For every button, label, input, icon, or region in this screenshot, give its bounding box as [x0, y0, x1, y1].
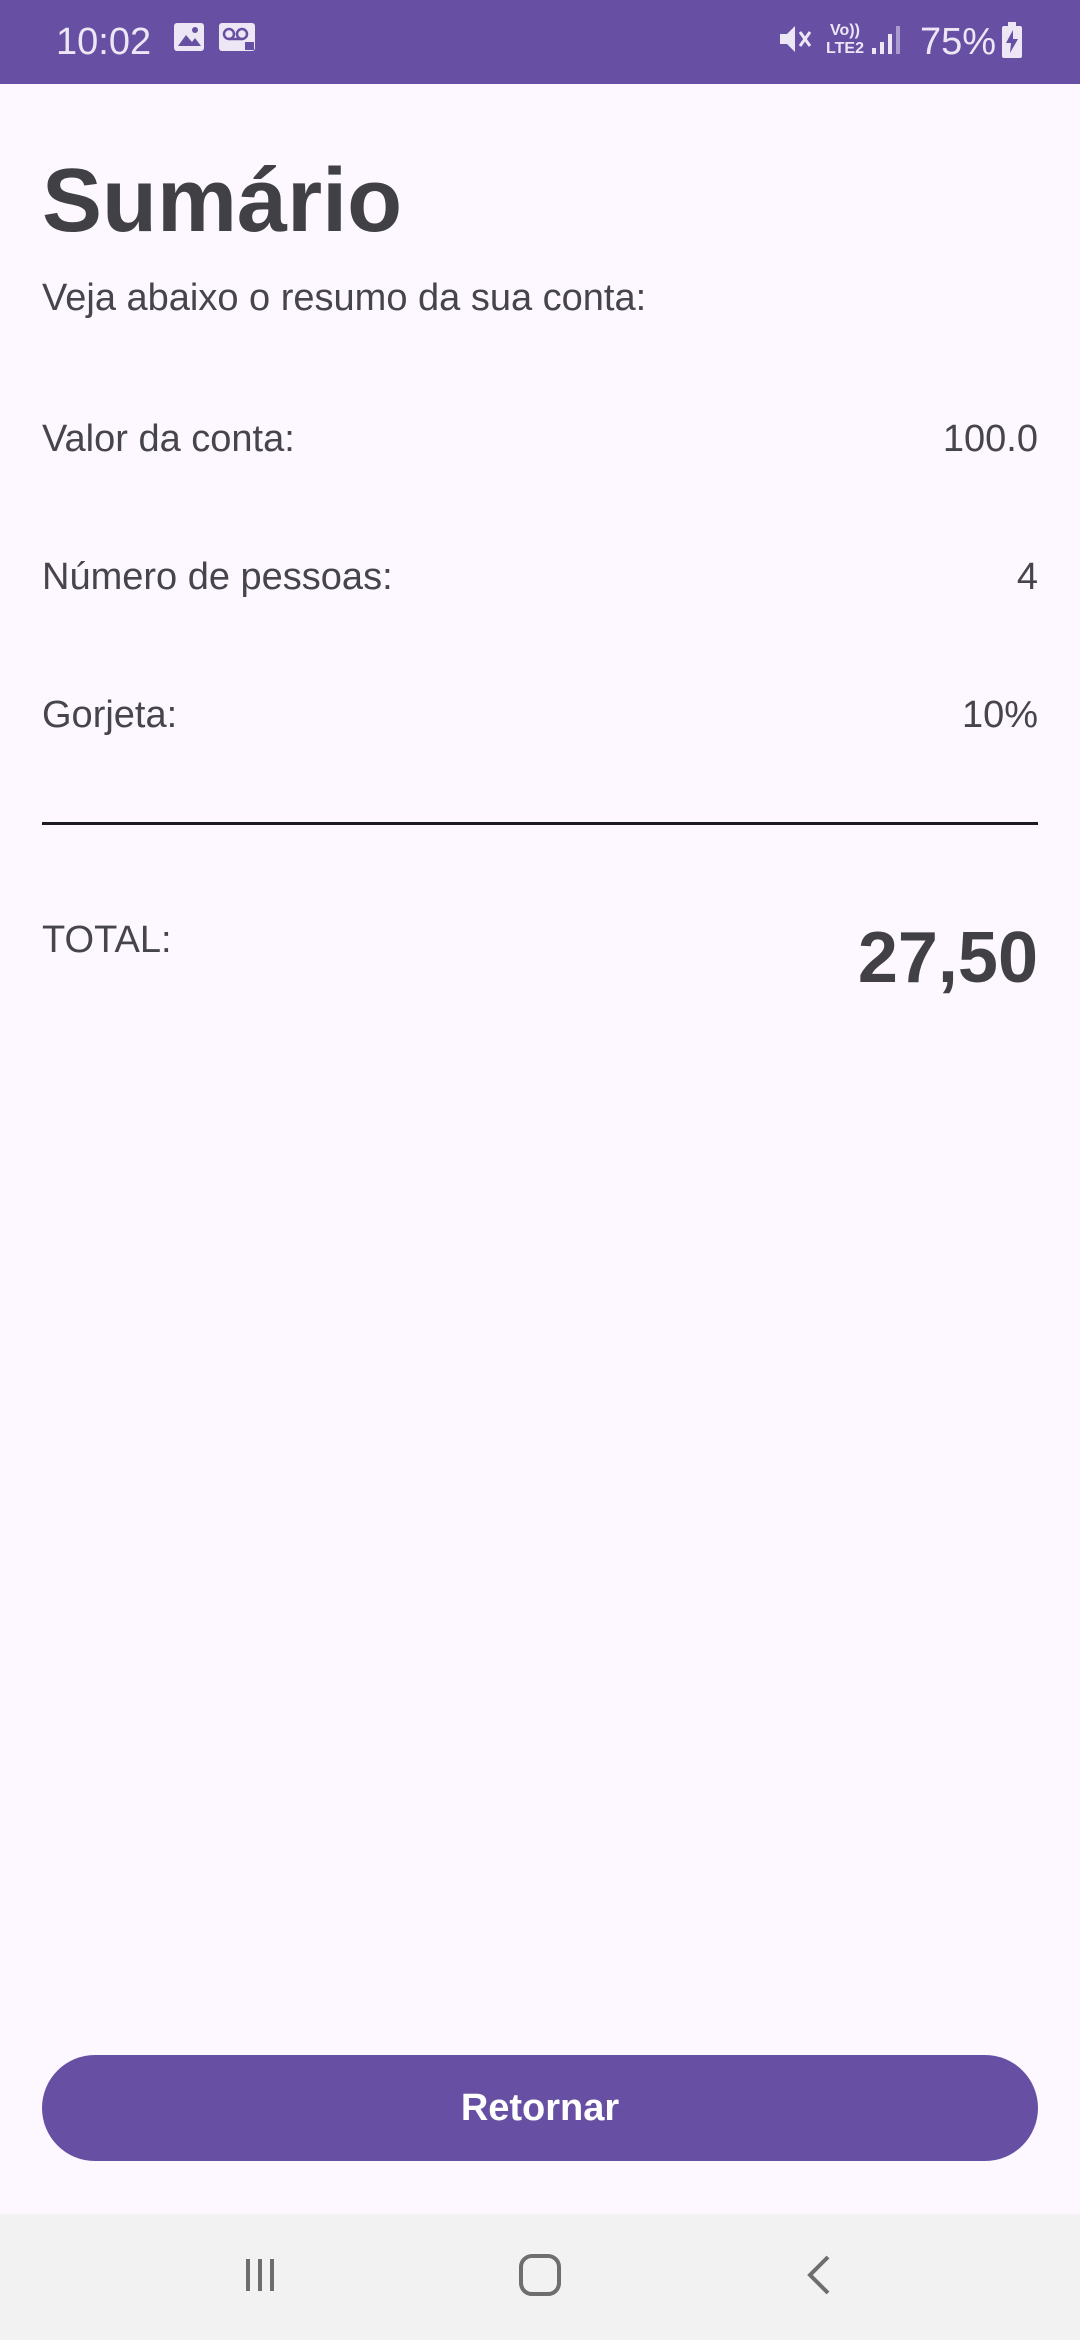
bill-amount-value: 100.0 — [942, 418, 1038, 460]
volte-label-bottom: LTE2 — [826, 40, 864, 57]
volte-icon: Vo)) LTE2 — [822, 22, 868, 58]
status-bar: 10:02 Vo)) LTE2 75% — [0, 0, 1080, 84]
summary-subtitle: Veja abaixo o resumo da sua conta: — [42, 277, 647, 319]
mute-icon — [776, 20, 814, 63]
image-icon — [172, 20, 206, 59]
bill-amount-row: Valor da conta: 100.0 — [42, 411, 1038, 467]
status-time: 10:02 — [56, 21, 152, 63]
battery-charging-icon — [1000, 20, 1024, 65]
return-button[interactable]: Retornar — [42, 2055, 1038, 2161]
tip-row: Gorjeta: 10% — [42, 687, 1038, 743]
recent-apps-button[interactable] — [180, 2214, 340, 2340]
voicemail-icon — [218, 20, 258, 59]
total-value: 27,50 — [857, 918, 1038, 998]
navigation-bar — [0, 2214, 1080, 2340]
bill-amount-label: Valor da conta: — [42, 418, 295, 460]
battery-percentage: 75% — [920, 21, 997, 63]
people-count-label: Número de pessoas: — [42, 556, 393, 598]
summary-divider — [42, 822, 1038, 825]
home-icon — [517, 2252, 563, 2303]
tip-label: Gorjeta: — [42, 694, 178, 736]
volte-label-top: Vo)) — [830, 22, 860, 39]
people-count-value: 4 — [1016, 556, 1038, 598]
tip-value: 10% — [961, 694, 1038, 736]
page-title: Sumário — [42, 151, 403, 251]
back-button[interactable] — [740, 2214, 900, 2340]
home-button[interactable] — [460, 2214, 620, 2340]
total-label: TOTAL: — [42, 919, 172, 961]
recent-apps-icon — [238, 2253, 282, 2302]
people-count-row: Número de pessoas: 4 — [42, 549, 1038, 605]
signal-icon — [870, 20, 904, 63]
back-icon — [800, 2252, 840, 2303]
